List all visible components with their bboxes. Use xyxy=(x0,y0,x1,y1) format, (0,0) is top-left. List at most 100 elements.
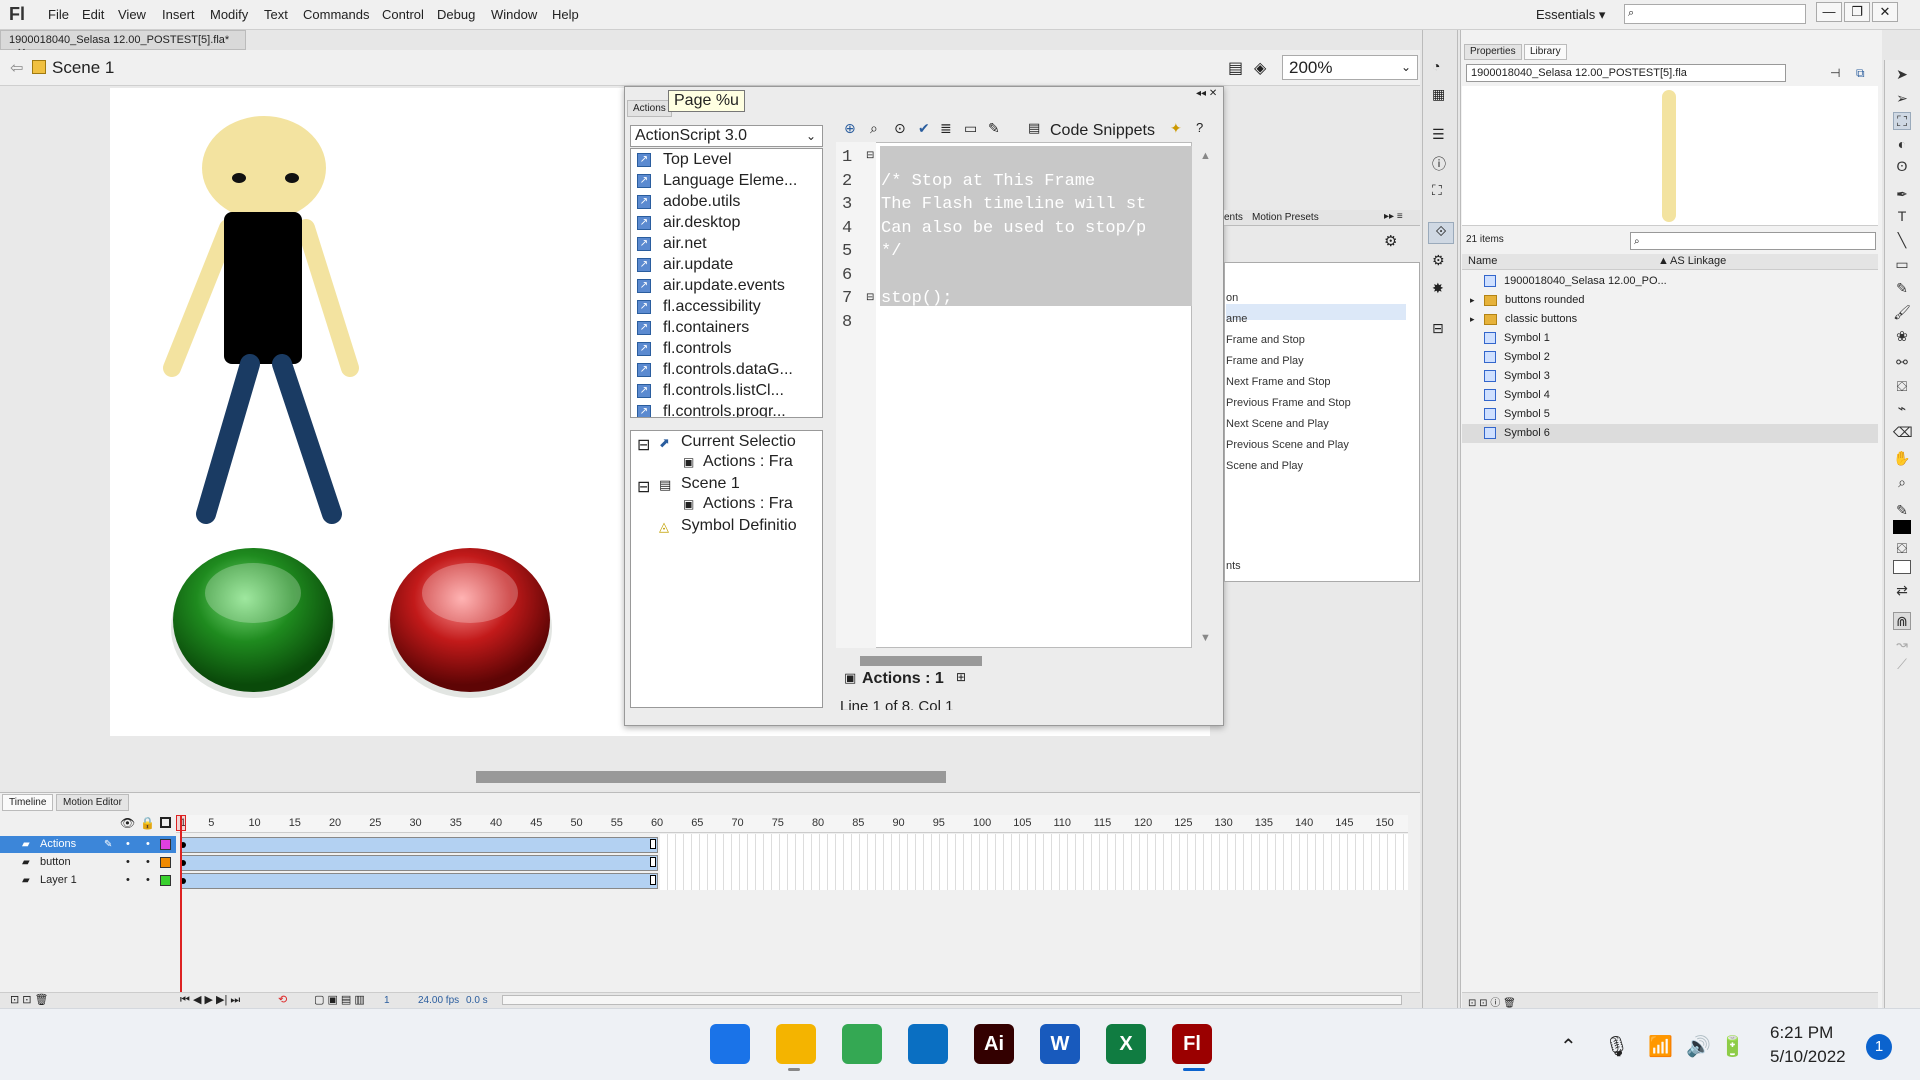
snippet-item[interactable]: on xyxy=(1226,292,1238,304)
file-explorer-icon[interactable] xyxy=(776,1024,816,1064)
lock-dot[interactable]: • xyxy=(146,854,150,871)
lock-dot[interactable]: • xyxy=(146,836,150,853)
code-line[interactable]: The Flash timeline will st xyxy=(881,195,1146,214)
find-icon[interactable]: ⌕ xyxy=(870,120,878,137)
timeline-tab[interactable]: Timeline xyxy=(2,794,54,811)
expand-panel-icon[interactable]: ▸▸ ≡ xyxy=(1384,211,1403,222)
components-tab[interactable]: ents xyxy=(1224,212,1243,223)
free-transform-tool-icon[interactable]: ⛶ xyxy=(1893,112,1911,130)
snippet-item[interactable]: Scene and Play xyxy=(1226,460,1303,472)
check-syntax-icon[interactable]: ✔ xyxy=(918,120,930,137)
library-item[interactable]: Symbol 4 xyxy=(1462,386,1878,405)
help-icon[interactable]: ? xyxy=(1196,120,1203,135)
new-layer-icon[interactable]: ⊡ ⊡ 🗑 xyxy=(10,993,49,1006)
library-item[interactable]: Symbol 6 xyxy=(1462,424,1878,443)
lasso-tool-icon[interactable]: ʘ xyxy=(1893,158,1911,176)
code-line[interactable]: */ xyxy=(881,242,901,261)
code-snippets-icon[interactable]: ▤ xyxy=(1028,120,1040,136)
loop-icon[interactable]: ⟲ xyxy=(278,993,287,1006)
pen-tool-icon[interactable]: ✒ xyxy=(1893,186,1911,204)
end-frame-icon[interactable] xyxy=(650,839,656,849)
components-icon[interactable]: ⚙ xyxy=(1432,252,1445,269)
text-tool-icon[interactable]: T xyxy=(1893,208,1911,226)
visibility-dot[interactable]: • xyxy=(126,854,130,871)
lock-dot[interactable]: • xyxy=(146,872,150,889)
script-navigator[interactable]: ⊟ ⬈ Current Selectio ▣ Actions : Fra ⊟ ▤… xyxy=(630,430,823,708)
actions-toolbox-list[interactable]: ↗ Top Level ↗ Language Eleme... ↗ adobe.utils… xyxy=(630,148,823,418)
wand-icon[interactable]: ✦ xyxy=(1170,120,1182,137)
code-horizontal-scrollbar[interactable] xyxy=(860,656,982,666)
layer-name[interactable]: Actions xyxy=(40,838,76,850)
deco-tool-icon[interactable]: ❀ xyxy=(1893,328,1911,346)
actions-panel-tab[interactable]: Actions xyxy=(627,100,672,117)
pin-script-icon[interactable]: ⊞ xyxy=(956,670,966,684)
code-snippets-button[interactable]: Code Snippets xyxy=(1050,122,1155,140)
package-item[interactable]: ↗ air.desktop xyxy=(631,212,822,233)
swap-colors-icon[interactable]: ⇄ xyxy=(1893,582,1911,600)
library-tab[interactable]: Library xyxy=(1524,44,1567,60)
auto-format-icon[interactable]: ≣ xyxy=(940,120,952,137)
layer-row[interactable]: ▰ button • • xyxy=(0,854,176,871)
current-selection-item[interactable]: Current Selectio xyxy=(681,433,796,451)
end-frame-icon[interactable] xyxy=(650,875,656,885)
package-item[interactable]: ↗ Language Eleme... xyxy=(631,170,822,191)
package-item[interactable]: ↗ fl.controls.dataG... xyxy=(631,359,822,380)
pencil-tool-icon[interactable]: ✎ xyxy=(1893,280,1911,298)
gear-icon[interactable]: ⚙ xyxy=(1384,232,1397,250)
restore-button[interactable]: ❐ xyxy=(1844,2,1870,22)
character-shirt[interactable] xyxy=(224,212,302,364)
excel-icon[interactable]: X xyxy=(1106,1024,1146,1064)
eyedropper-tool-icon[interactable]: ⌁ xyxy=(1893,400,1911,418)
character-head[interactable] xyxy=(202,116,326,220)
linkage-column-header[interactable]: AS Linkage xyxy=(1670,255,1726,267)
target-icon[interactable]: ⊙ xyxy=(894,120,906,137)
layer-color-swatch[interactable] xyxy=(160,875,171,886)
bone-tool-icon[interactable]: ⚯ xyxy=(1893,354,1911,372)
layer-color-swatch[interactable] xyxy=(160,839,171,850)
snippet-item[interactable]: Previous Frame and Stop xyxy=(1226,397,1351,409)
visibility-dot[interactable]: • xyxy=(126,872,130,889)
history-icon[interactable]: ⊟ xyxy=(1432,320,1444,337)
code-line[interactable]: /* Stop at This Frame xyxy=(881,172,1095,191)
library-item[interactable]: Symbol 3 xyxy=(1462,367,1878,386)
menu-view[interactable]: View xyxy=(118,7,146,22)
back-arrow-icon[interactable]: ⇦ xyxy=(10,58,23,78)
snippet-item[interactable]: Previous Scene and Play xyxy=(1226,439,1349,451)
name-column-header[interactable]: Name xyxy=(1468,255,1497,267)
library-item[interactable]: Symbol 2 xyxy=(1462,348,1878,367)
snippet-item[interactable]: Frame and Play xyxy=(1226,355,1304,367)
zoom-select[interactable]: 200% ⌄ xyxy=(1282,55,1418,80)
code-snippets-panel-icon[interactable]: ⟐ xyxy=(1428,222,1454,244)
package-item[interactable]: ↗ fl.accessibility xyxy=(631,296,822,317)
end-frame-icon[interactable] xyxy=(650,857,656,867)
layer-row[interactable]: ▰ Actions ✎ • • xyxy=(0,836,176,853)
frame-rate[interactable]: 24.00 fps xyxy=(418,995,459,1006)
fold-marker-icon[interactable]: ⊟ xyxy=(866,150,874,161)
package-item[interactable]: ↗ fl.controls.progr... xyxy=(631,401,822,417)
empty-frames-grid[interactable] xyxy=(660,834,1408,890)
show-hide-icon[interactable]: 👁 xyxy=(120,816,135,830)
pin-library-icon[interactable]: ⊣ xyxy=(1830,66,1840,80)
layer-frame-span[interactable] xyxy=(180,837,658,853)
package-item[interactable]: ↗ fl.controls.listCl... xyxy=(631,380,822,401)
chevron-up-icon[interactable]: ⌃ xyxy=(1560,1034,1577,1059)
layer-frame-span[interactable] xyxy=(180,873,658,889)
menu-insert[interactable]: Insert xyxy=(162,7,195,22)
menu-modify[interactable]: Modify xyxy=(210,7,248,22)
menu-help[interactable]: Help xyxy=(552,7,579,22)
playhead-handle[interactable] xyxy=(176,815,186,831)
stage-horizontal-scrollbar[interactable] xyxy=(476,771,946,783)
snap-to-objects-icon[interactable]: ⋒ xyxy=(1893,612,1911,630)
motion-presets-icon[interactable]: ✸ xyxy=(1432,280,1444,297)
code-line[interactable]: stop(); xyxy=(881,289,952,308)
layer-name[interactable]: Layer 1 xyxy=(40,874,77,886)
layer-name[interactable]: button xyxy=(40,856,71,868)
package-item[interactable]: ↗ fl.containers xyxy=(631,317,822,338)
document-tab[interactable]: 1900018040_Selasa 12.00_POSTEST[5].fla* … xyxy=(0,30,246,59)
stroke-color-icon[interactable]: ✎ xyxy=(1893,502,1911,520)
timeline-horizontal-scrollbar[interactable] xyxy=(502,995,1402,1005)
playhead[interactable] xyxy=(180,815,182,995)
menu-text[interactable]: Text xyxy=(264,7,288,22)
swatches-icon[interactable]: ▦ xyxy=(1432,86,1445,103)
expand-icon[interactable]: ▸ xyxy=(1470,310,1475,329)
